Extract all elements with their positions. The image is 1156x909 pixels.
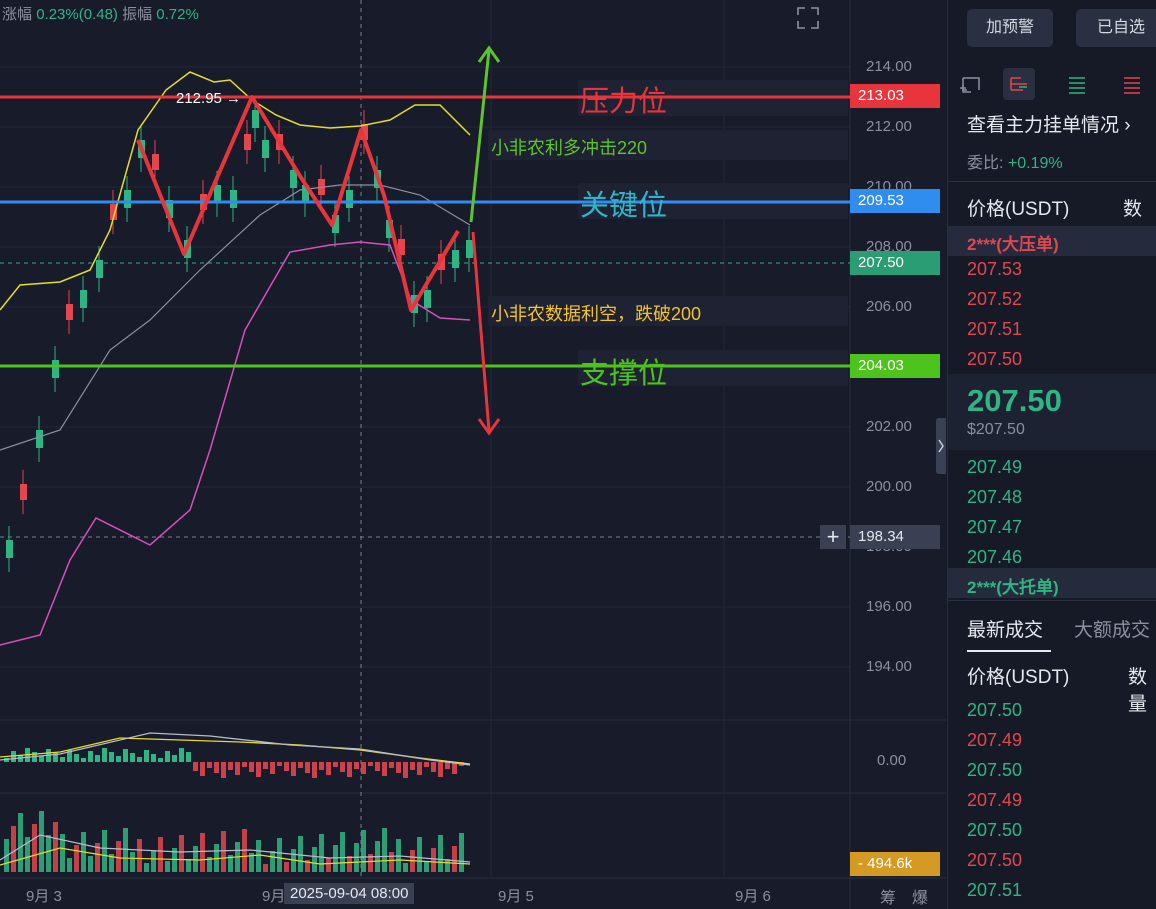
- main-orders-link[interactable]: 查看主力挂单情况 ›: [967, 110, 1131, 137]
- axis-tick: 194.00: [866, 658, 912, 675]
- x-label-sep6: 9月 6: [735, 888, 771, 905]
- order-ratio: 委比: +0.19%: [967, 155, 1063, 172]
- trade-price: 207.50: [967, 700, 1023, 720]
- trades-price-header: 价格(USDT): [967, 667, 1070, 688]
- bid-price[interactable]: 207.48: [967, 487, 1022, 508]
- axis-tick: 196.00: [866, 598, 912, 615]
- order-book-panel: 加预警 已自选 查看主力挂单情况 › 委比: +0.19% 价格(USDT) 数…: [947, 0, 1156, 909]
- axis-tick: 212.00: [866, 118, 912, 135]
- key-price-tag: 209.53: [850, 189, 940, 213]
- x-label-sep5: 9月 5: [498, 888, 534, 905]
- big-ask-label: 2***(大压单): [967, 235, 1059, 254]
- axis-tick: 202.00: [866, 418, 912, 435]
- chart-canvas[interactable]: 212.95 → 筹 爆: [0, 0, 946, 909]
- resistance-label: 压力位: [580, 86, 668, 118]
- bear-annotation: 小非农数据利空，跌破200: [491, 304, 702, 324]
- tab-latest-trades[interactable]: 最新成交: [967, 615, 1043, 642]
- last-price-usd: $207.50: [967, 421, 1025, 438]
- bid-price[interactable]: 207.46: [967, 547, 1022, 568]
- watchlist-button[interactable]: 已自选: [1076, 9, 1156, 47]
- view-toggle-group: [957, 68, 1156, 100]
- volume-tag: - 494.6k: [850, 852, 940, 876]
- crosshair-time: 2025-09-04 08:00: [284, 883, 415, 904]
- resistance-price-tag: 213.03: [850, 84, 940, 108]
- axis-tick: 200.00: [866, 478, 912, 495]
- price-header: 价格(USDT): [967, 199, 1070, 220]
- bull-annotation: 小非农利多冲击220: [491, 138, 648, 158]
- support-price-tag: 204.03: [850, 354, 940, 378]
- tab-large-trades[interactable]: 大额成交: [1074, 615, 1150, 642]
- candlesticks: [6, 96, 473, 572]
- ask-price[interactable]: 207.52: [967, 289, 1022, 310]
- x-label-sep4: 9月: [262, 888, 286, 905]
- trade-price: 207.49: [967, 730, 1023, 750]
- fullscreen-icon[interactable]: [796, 6, 820, 30]
- trade-price: 207.50: [967, 820, 1023, 840]
- burst-button: 爆: [912, 888, 928, 907]
- macd-zero-tick: 0.00: [877, 752, 907, 769]
- last-price: 207.50: [967, 383, 1062, 418]
- axis-tick: 206.00: [866, 298, 912, 315]
- chips-button: 筹: [880, 889, 896, 907]
- axis-tick: 214.00: [866, 58, 912, 75]
- add-level-icon[interactable]: +: [820, 525, 846, 549]
- screen-add-icon[interactable]: [960, 77, 980, 93]
- key-level-label: 关键位: [580, 190, 668, 222]
- trade-price: 207.50: [967, 760, 1023, 780]
- trade-price: 207.50: [967, 850, 1023, 870]
- price-stats: 涨幅 0.23%(0.48) 振幅 0.72%: [2, 6, 199, 23]
- asks-view-icon[interactable]: [1124, 77, 1140, 94]
- trade-price: 207.49: [967, 790, 1023, 810]
- kline-chart[interactable]: 212.95 → 筹 爆 涨幅 0.23%(0.48) 振幅 0.72% 214…: [0, 0, 946, 909]
- bid-price[interactable]: 207.49: [967, 457, 1022, 478]
- chevron-right-icon: ›: [1124, 115, 1131, 136]
- bid-price[interactable]: 207.47: [967, 517, 1022, 538]
- high-marker: 212.95 →: [176, 90, 241, 107]
- bear-arrow: [471, 231, 501, 436]
- last-price-tag: 207.50: [850, 251, 940, 275]
- trades-qty-header: 数量: [1128, 667, 1148, 715]
- support-label: 支撑位: [580, 358, 668, 390]
- trade-price: 207.51: [967, 880, 1023, 900]
- x-label-sep3: 9月 3: [26, 888, 62, 905]
- bids-view-icon[interactable]: [1069, 77, 1085, 94]
- ask-price[interactable]: 207.53: [967, 259, 1022, 280]
- add-alert-button[interactable]: 加预警: [967, 9, 1053, 47]
- big-bid-label: 2***(大托单): [967, 578, 1059, 597]
- ask-price[interactable]: 207.51: [967, 319, 1022, 340]
- collapse-panel-handle[interactable]: [936, 418, 946, 474]
- ask-price[interactable]: 207.50: [967, 349, 1022, 370]
- crosshair-price-tag: 198.34: [850, 525, 940, 549]
